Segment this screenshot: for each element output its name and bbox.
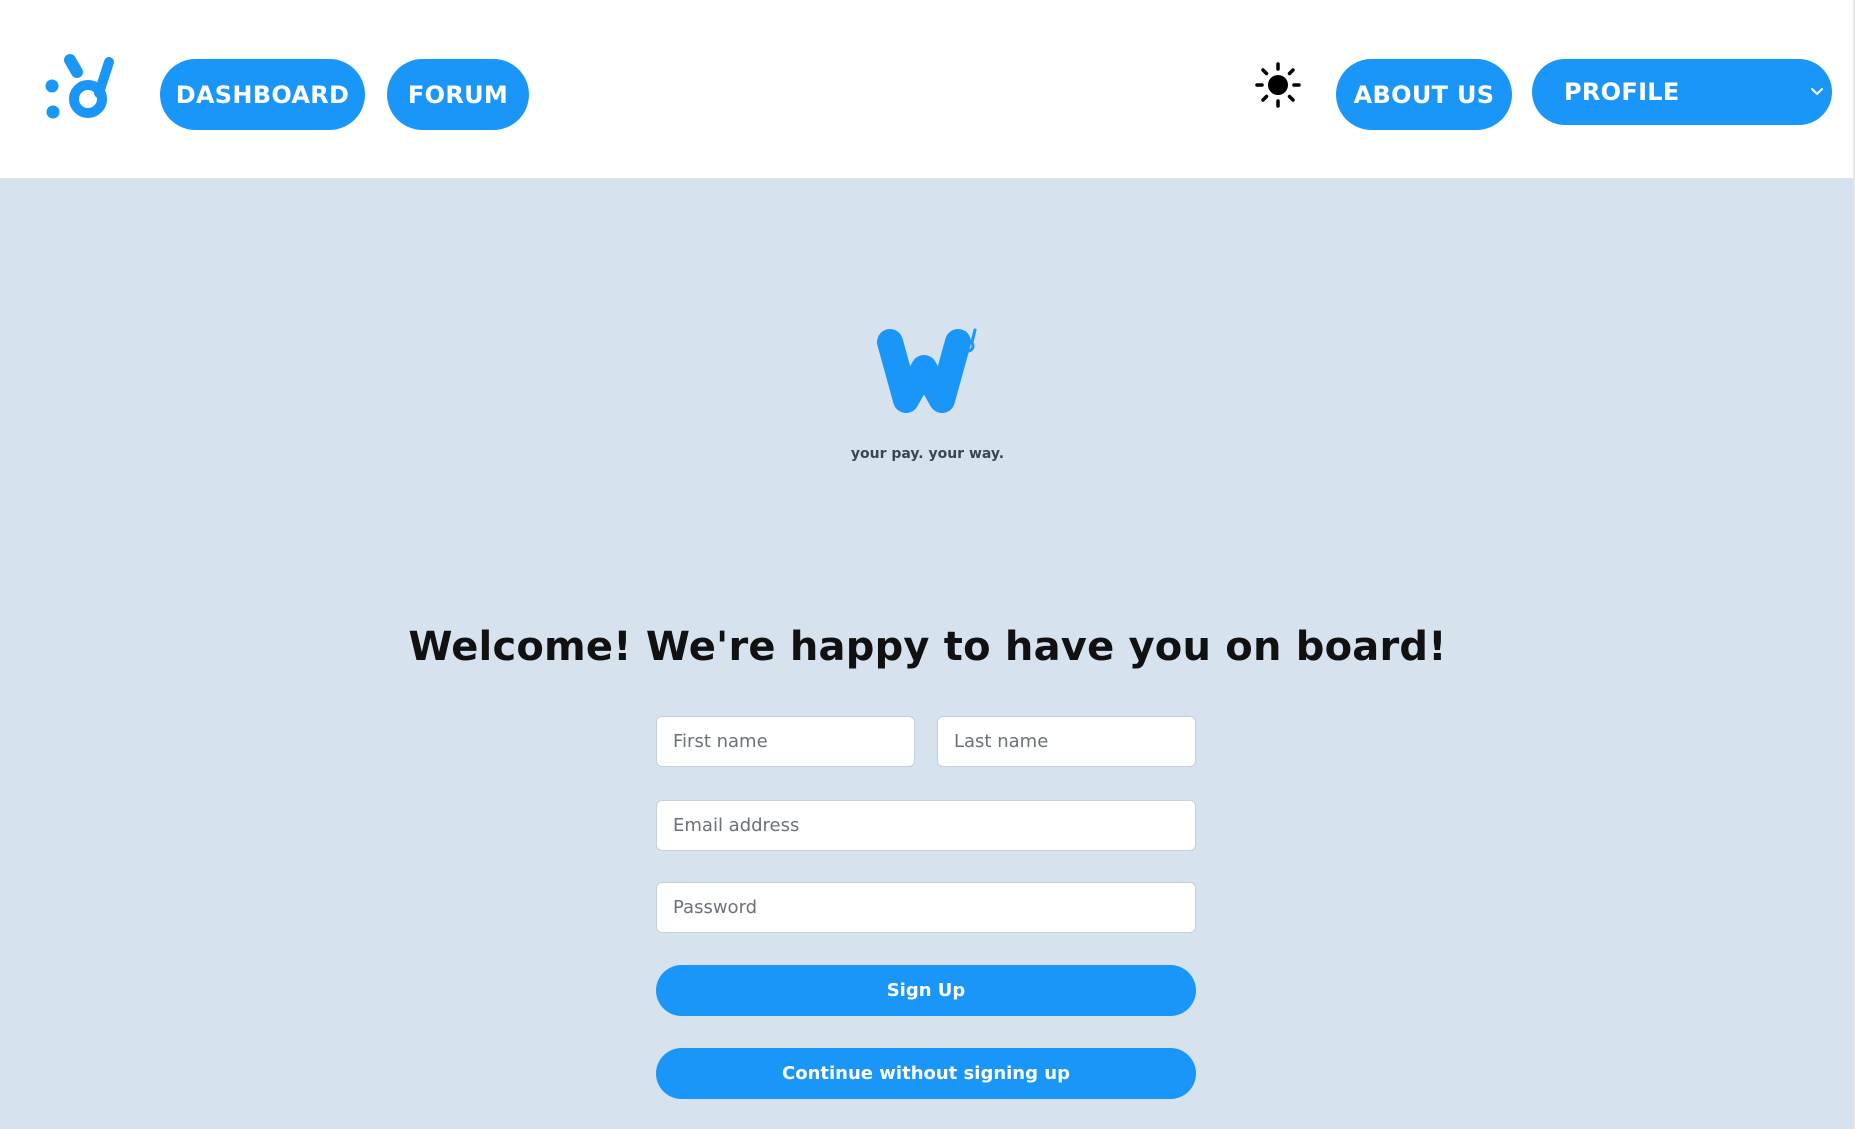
forum-button-label: FORUM (407, 80, 509, 109)
w-brand-icon (877, 328, 977, 413)
profile-dropdown-label: PROFILE (1564, 78, 1680, 106)
sun-icon[interactable] (1255, 62, 1301, 108)
about-us-button[interactable]: ABOUT US (1336, 59, 1512, 130)
top-navigation-bar: DASHBOARD FORUM ABOUT US PROFILE (0, 0, 1855, 178)
last-name-field[interactable] (937, 716, 1196, 767)
continue-without-signup-label: Continue without signing up (782, 1063, 1070, 1084)
first-name-field[interactable] (656, 716, 915, 767)
email-field[interactable] (656, 800, 1196, 851)
welcome-heading: Welcome! We're happy to have you on boar… (408, 624, 1447, 670)
brand-tagline: your pay. your way. (850, 446, 1005, 462)
dashboard-button[interactable]: DASHBOARD (160, 59, 365, 130)
profile-dropdown[interactable]: PROFILE (1532, 59, 1832, 125)
chevron-down-icon (1811, 88, 1823, 95)
continue-without-signup-button[interactable]: Continue without signing up (656, 1048, 1196, 1099)
sign-up-button-label: Sign Up (886, 980, 966, 1001)
password-field[interactable] (656, 882, 1196, 933)
forum-button[interactable]: FORUM (387, 59, 529, 130)
brand-logo-icon[interactable] (40, 48, 120, 128)
dashboard-button-label: DASHBOARD (175, 80, 350, 109)
sign-up-button[interactable]: Sign Up (656, 965, 1196, 1016)
about-us-button-label: ABOUT US (1353, 80, 1495, 109)
